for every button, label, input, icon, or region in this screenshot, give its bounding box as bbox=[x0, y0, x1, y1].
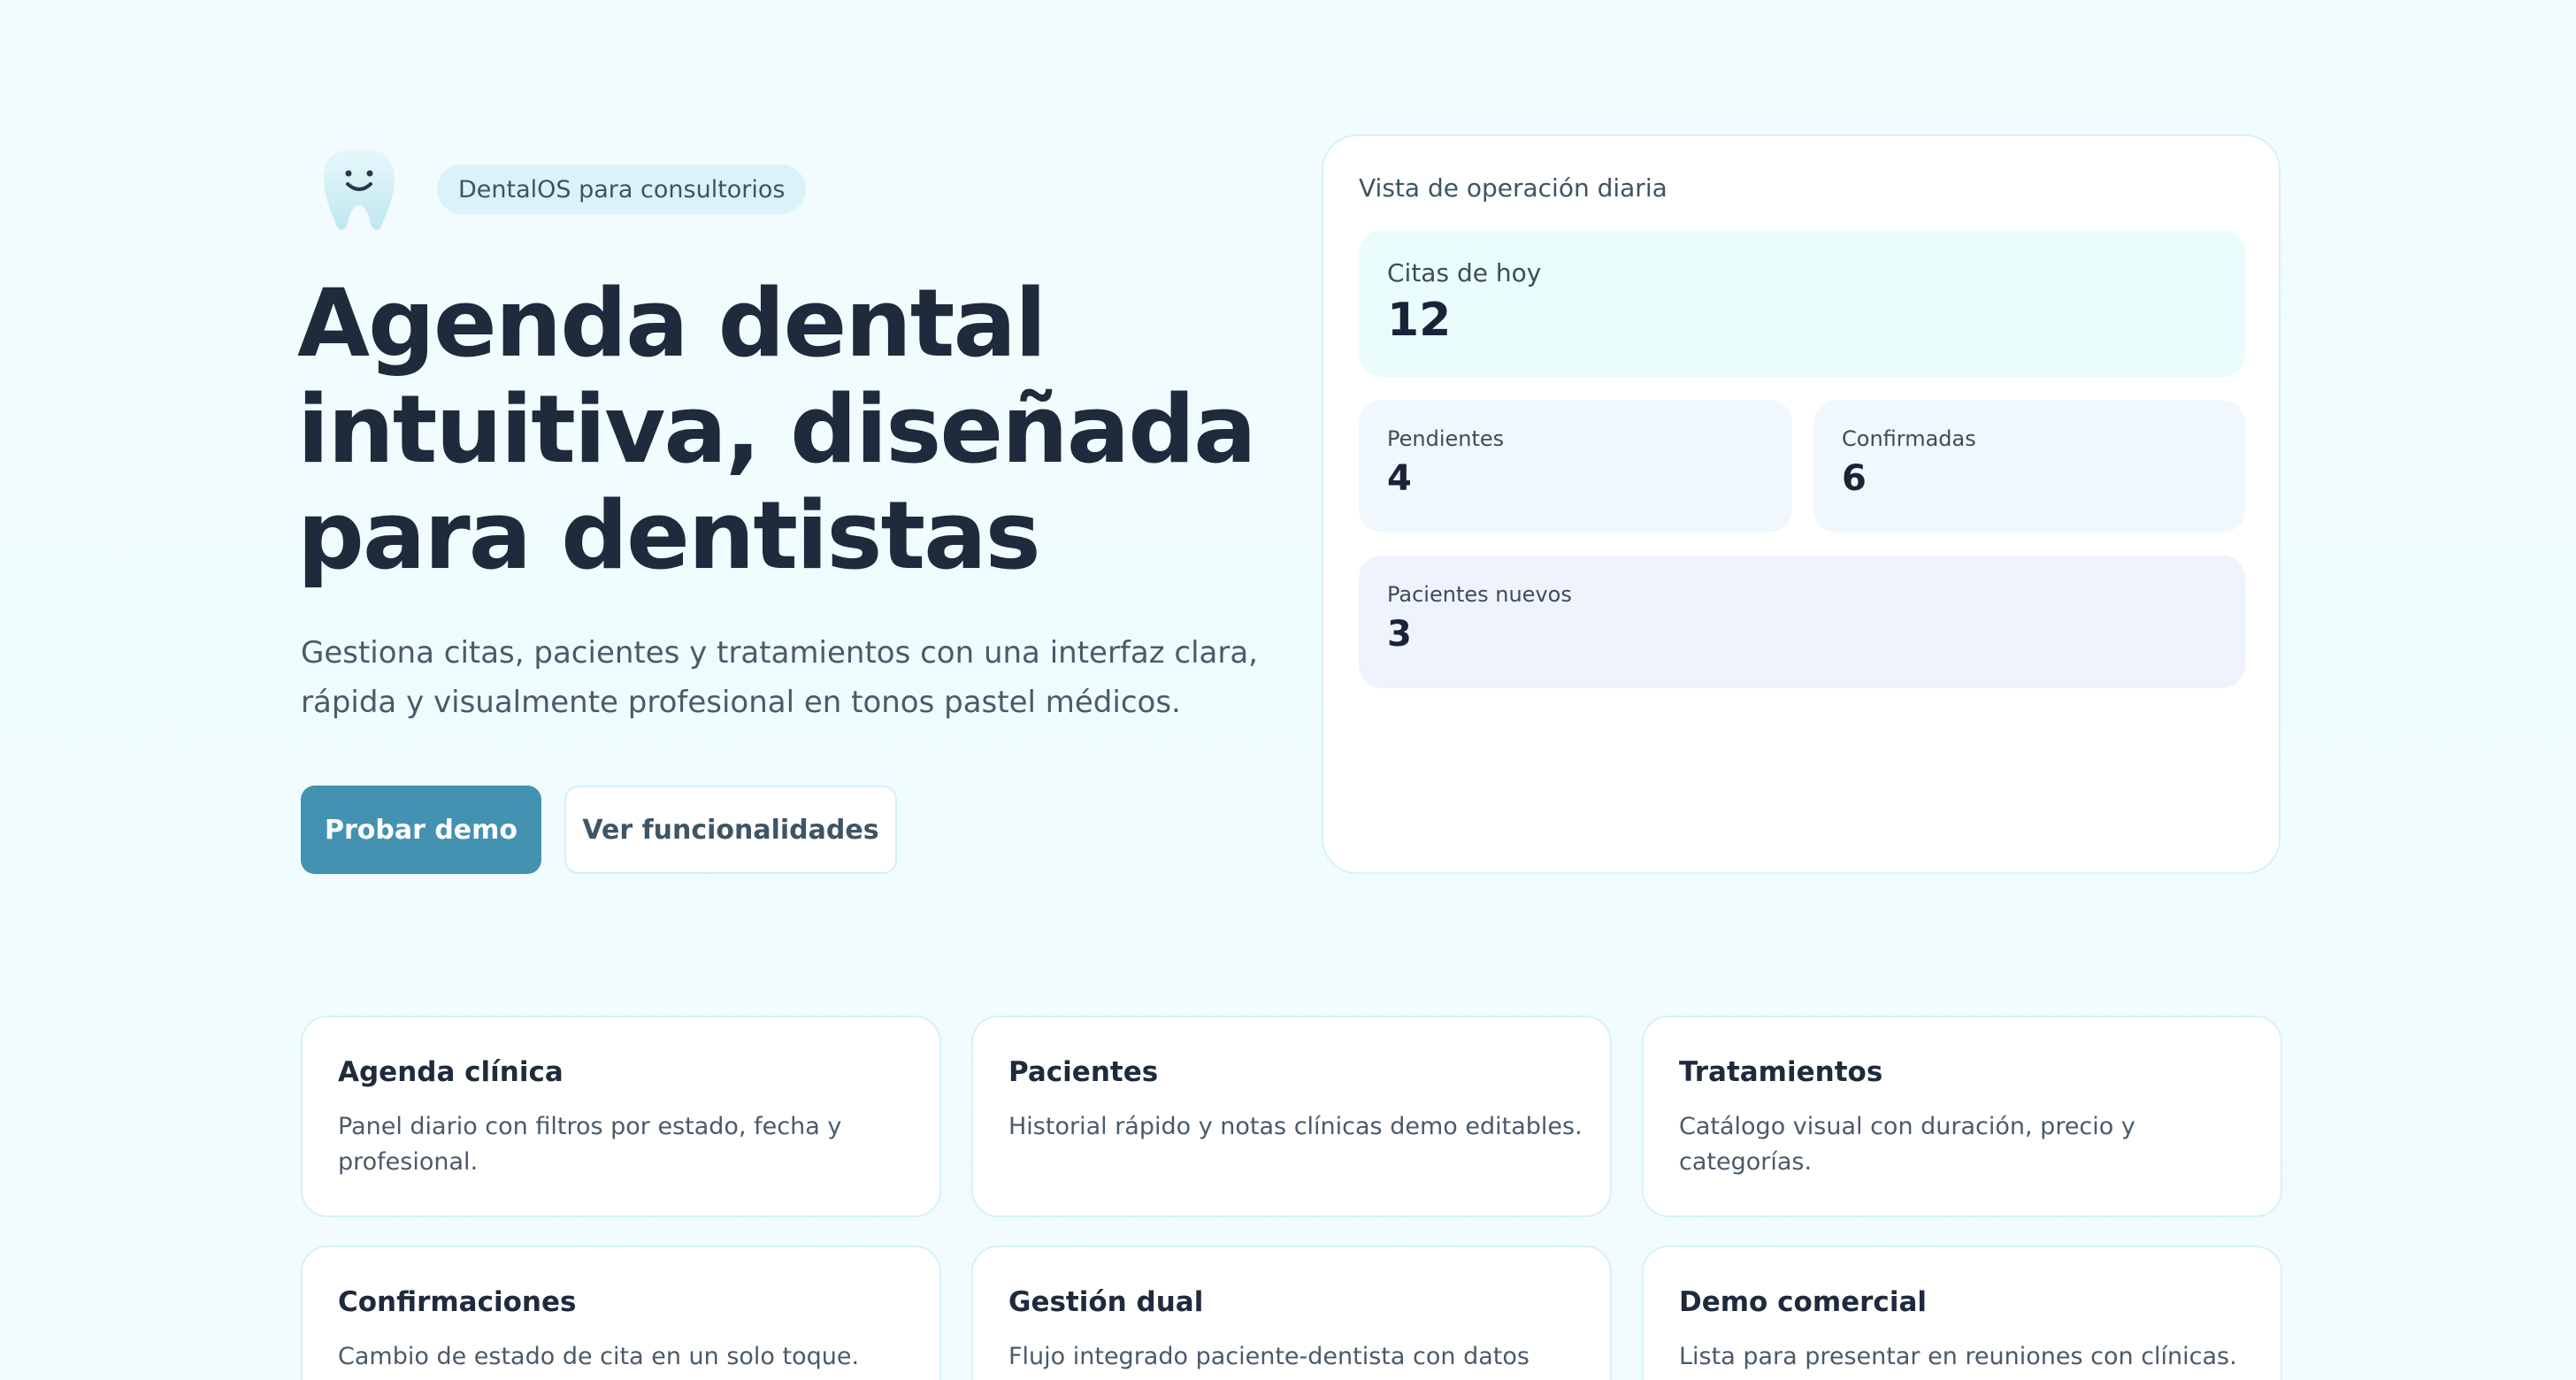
stat-label: Pacientes nuevos bbox=[1387, 582, 1572, 607]
feature-description: Catálogo visual con duración, precio y c… bbox=[1679, 1113, 2135, 1176]
feature-title: Pacientes bbox=[1008, 1056, 1159, 1088]
stat-value: 12 bbox=[1387, 294, 1452, 347]
ops-card-title: Vista de operación diaria bbox=[1359, 173, 1668, 203]
feature-description: Lista para presentar en reuniones con cl… bbox=[1679, 1343, 2237, 1370]
feature-card-confirmations[interactable]: Confirmaciones Cambio de estado de cita … bbox=[301, 1246, 941, 1380]
hero-title-line: Agenda dental bbox=[297, 269, 1046, 378]
stat-pending: Pendientes 4 bbox=[1359, 400, 1792, 533]
view-features-button[interactable]: Ver funcionalidades bbox=[564, 786, 897, 874]
stat-label: Confirmadas bbox=[1842, 426, 1976, 451]
hero-subtitle-line: Gestiona citas, pacientes y tratamientos… bbox=[301, 635, 1258, 671]
try-demo-button[interactable]: Probar demo bbox=[301, 786, 541, 874]
feature-card-dual-management[interactable]: Gestión dual Flujo integrado paciente-de… bbox=[971, 1246, 1612, 1380]
stat-label: Pendientes bbox=[1387, 426, 1505, 451]
tooth-icon bbox=[324, 150, 395, 230]
feature-card-treatments[interactable]: Tratamientos Catálogo visual con duració… bbox=[1642, 1016, 2282, 1217]
stat-value: 6 bbox=[1842, 458, 1867, 499]
feature-title: Confirmaciones bbox=[338, 1286, 577, 1318]
feature-card-agenda[interactable]: Agenda clínica Panel diario con filtros … bbox=[301, 1016, 941, 1217]
stat-value: 3 bbox=[1387, 614, 1412, 655]
brand-row: DentalOS para consultorios bbox=[318, 145, 807, 234]
landing-page: DentalOS para consultorios Agenda dental… bbox=[0, 0, 2576, 1380]
feature-description: Cambio de estado de cita en un solo toqu… bbox=[338, 1343, 860, 1370]
feature-title: Tratamientos bbox=[1679, 1056, 1883, 1088]
brand-tag: DentalOS para consultorios bbox=[437, 165, 807, 214]
hero-actions: Probar demo Ver funcionalidades bbox=[301, 786, 897, 874]
feature-description: Flujo integrado paciente-dentista con da… bbox=[1008, 1343, 1530, 1370]
stat-label: Citas de hoy bbox=[1387, 258, 1542, 288]
stat-confirmed: Confirmadas 6 bbox=[1813, 400, 2245, 533]
stat-value: 4 bbox=[1387, 458, 1412, 499]
daily-operations-card: Vista de operación diaria Citas de hoy 1… bbox=[1322, 134, 2281, 874]
feature-card-patients[interactable]: Pacientes Historial rápido y notas clíni… bbox=[971, 1016, 1612, 1217]
stat-new-patients: Pacientes nuevos 3 bbox=[1359, 556, 2245, 688]
feature-card-commercial-demo[interactable]: Demo comercial Lista para presentar en r… bbox=[1642, 1246, 2282, 1380]
feature-title: Agenda clínica bbox=[338, 1056, 564, 1088]
hero-title-line: intuitiva, diseñada bbox=[297, 375, 1257, 484]
hero-subtitle-line: rápida y visualmente profesional en tono… bbox=[301, 685, 1181, 720]
hero-title-line: para dentistas bbox=[297, 481, 1041, 590]
stat-appointments-today: Citas de hoy 12 bbox=[1359, 230, 2245, 377]
feature-description: Historial rápido y notas clínicas demo e… bbox=[1008, 1113, 1583, 1140]
feature-description: Panel diario con filtros por estado, fec… bbox=[338, 1113, 842, 1176]
hero-title: Agenda dental intuitiva, diseñada para d… bbox=[297, 271, 1288, 589]
feature-title: Demo comercial bbox=[1679, 1286, 1927, 1318]
feature-title: Gestión dual bbox=[1008, 1286, 1204, 1318]
hero-subtitle: Gestiona citas, pacientes y tratamientos… bbox=[301, 628, 1292, 727]
